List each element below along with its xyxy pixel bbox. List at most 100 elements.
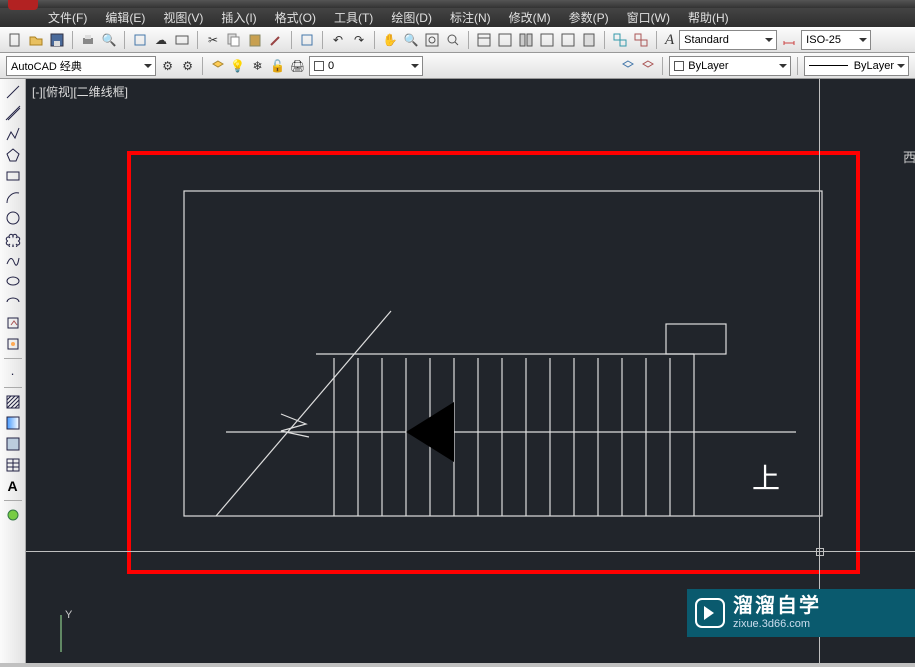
- cut-icon[interactable]: ✂: [204, 31, 222, 49]
- linetype-sample: [809, 65, 848, 66]
- ellipse-icon[interactable]: [4, 272, 22, 290]
- layer-color-swatch: [314, 61, 324, 71]
- color-swatch: [674, 61, 684, 71]
- app-icon: [8, 0, 38, 10]
- share-icon[interactable]: [173, 31, 191, 49]
- line-icon[interactable]: [4, 83, 22, 101]
- make-block-icon[interactable]: [4, 335, 22, 353]
- text-style-combo[interactable]: Standard: [679, 30, 777, 50]
- layer-combo[interactable]: 0: [309, 56, 423, 76]
- properties-icon[interactable]: [475, 31, 493, 49]
- addselected-icon[interactable]: [4, 506, 22, 524]
- ellipse-arc-icon[interactable]: [4, 293, 22, 311]
- ungroup-icon[interactable]: [632, 31, 650, 49]
- menu-insert[interactable]: 插入(I): [221, 9, 256, 26]
- preview-icon[interactable]: 🔍: [100, 31, 118, 49]
- publish-icon[interactable]: [131, 31, 149, 49]
- revcloud-icon[interactable]: [4, 230, 22, 248]
- crosshair-vertical: [819, 79, 820, 663]
- color-value: ByLayer: [688, 60, 728, 72]
- xline-icon[interactable]: [4, 104, 22, 122]
- zoom-prev-icon[interactable]: [444, 31, 462, 49]
- layer-lock-icon[interactable]: 🔓: [269, 57, 286, 75]
- direction-label: 上: [752, 457, 780, 497]
- insert-block-icon[interactable]: [4, 314, 22, 332]
- calc-icon[interactable]: [580, 31, 598, 49]
- gradient-icon[interactable]: [4, 414, 22, 432]
- redo-icon[interactable]: ↷: [350, 31, 368, 49]
- polygon-icon[interactable]: [4, 146, 22, 164]
- watermark-play-icon: [695, 598, 725, 628]
- circle-icon[interactable]: [4, 209, 22, 227]
- menubar: 文件(F) 编辑(E) 视图(V) 插入(I) 格式(O) 工具(T) 绘图(D…: [0, 8, 915, 27]
- match-icon[interactable]: [267, 31, 285, 49]
- cloud-icon[interactable]: ☁: [152, 31, 170, 49]
- polyline-icon[interactable]: [4, 125, 22, 143]
- menu-window[interactable]: 窗口(W): [627, 9, 670, 26]
- standard-toolbar: 🔍 ☁ ✂ ↶ ↷ ✋ 🔍 A Standard ISO-25: [0, 27, 915, 53]
- rectangle-icon[interactable]: [4, 167, 22, 185]
- menu-file[interactable]: 文件(F): [48, 9, 87, 26]
- linetype-value: ByLayer: [854, 60, 894, 72]
- menu-param[interactable]: 参数(P): [569, 9, 609, 26]
- ucs-y-label: Y: [65, 609, 72, 621]
- color-combo[interactable]: ByLayer: [669, 56, 791, 76]
- crosshair-pickbox: [816, 548, 824, 556]
- open-icon[interactable]: [27, 31, 45, 49]
- layer-uniso-icon[interactable]: [639, 57, 656, 75]
- text-style-value: Standard: [684, 34, 729, 46]
- pan-icon[interactable]: ✋: [381, 31, 399, 49]
- dc-icon[interactable]: [538, 31, 556, 49]
- paste-icon[interactable]: [246, 31, 264, 49]
- workspace-gear2-icon[interactable]: ⚙: [179, 57, 196, 75]
- tool-palette-icon[interactable]: [517, 31, 535, 49]
- menu-format[interactable]: 格式(O): [275, 9, 316, 26]
- zoom-window-icon[interactable]: [423, 31, 441, 49]
- draw-toolbar: · A: [0, 79, 26, 663]
- watermark: 溜溜自学 zixue.3d66.com: [687, 589, 915, 637]
- layer-freeze-icon[interactable]: ❄: [249, 57, 266, 75]
- arc-icon[interactable]: [4, 188, 22, 206]
- point-icon[interactable]: ·: [4, 364, 22, 382]
- zoom-realtime-icon[interactable]: 🔍: [402, 31, 420, 49]
- undo-icon[interactable]: ↶: [329, 31, 347, 49]
- dim-style-combo[interactable]: ISO-25: [801, 30, 871, 50]
- text-style-icon[interactable]: A: [665, 32, 674, 49]
- layer-manager-icon[interactable]: [209, 57, 226, 75]
- watermark-title: 溜溜自学: [733, 594, 821, 618]
- menu-tools[interactable]: 工具(T): [334, 9, 373, 26]
- block-icon[interactable]: [298, 31, 316, 49]
- menu-annotate[interactable]: 标注(N): [450, 9, 491, 26]
- menu-view[interactable]: 视图(V): [163, 9, 203, 26]
- menu-modify[interactable]: 修改(M): [509, 9, 551, 26]
- workspace-toolbar: AutoCAD 经典 ⚙ ⚙ 💡 ❄ 🔓 🖨 0 ByLayer ByLayer: [0, 53, 915, 79]
- print-icon[interactable]: [79, 31, 97, 49]
- region-icon[interactable]: [4, 435, 22, 453]
- layer-on-icon[interactable]: 💡: [229, 57, 246, 75]
- menu-help[interactable]: 帮助(H): [688, 9, 729, 26]
- table-icon[interactable]: [4, 456, 22, 474]
- layer-name: 0: [328, 60, 334, 72]
- group-icon[interactable]: [611, 31, 629, 49]
- drawing-content: [26, 79, 915, 663]
- new-icon[interactable]: [6, 31, 24, 49]
- hatch-icon[interactable]: [4, 393, 22, 411]
- copy-icon[interactable]: [225, 31, 243, 49]
- menu-edit[interactable]: 编辑(E): [105, 9, 145, 26]
- mtext-icon[interactable]: A: [4, 477, 22, 495]
- ucs-icon: Y: [41, 607, 81, 660]
- linetype-combo[interactable]: ByLayer: [804, 56, 909, 76]
- layer-iso-icon[interactable]: [619, 57, 636, 75]
- drawing-canvas[interactable]: [-][俯视][二维线框] 西: [26, 79, 915, 663]
- workspace-combo[interactable]: AutoCAD 经典: [6, 56, 156, 76]
- markup-icon[interactable]: [559, 31, 577, 49]
- save-icon[interactable]: [48, 31, 66, 49]
- dim-style-icon[interactable]: [780, 31, 798, 49]
- layer-plot-icon[interactable]: 🖨: [289, 57, 306, 75]
- watermark-url: zixue.3d66.com: [733, 618, 821, 631]
- workspace-gear-icon[interactable]: ⚙: [159, 57, 176, 75]
- dim-style-value: ISO-25: [806, 34, 841, 46]
- menu-draw[interactable]: 绘图(D): [391, 9, 432, 26]
- spline-icon[interactable]: [4, 251, 22, 269]
- sheet-icon[interactable]: [496, 31, 514, 49]
